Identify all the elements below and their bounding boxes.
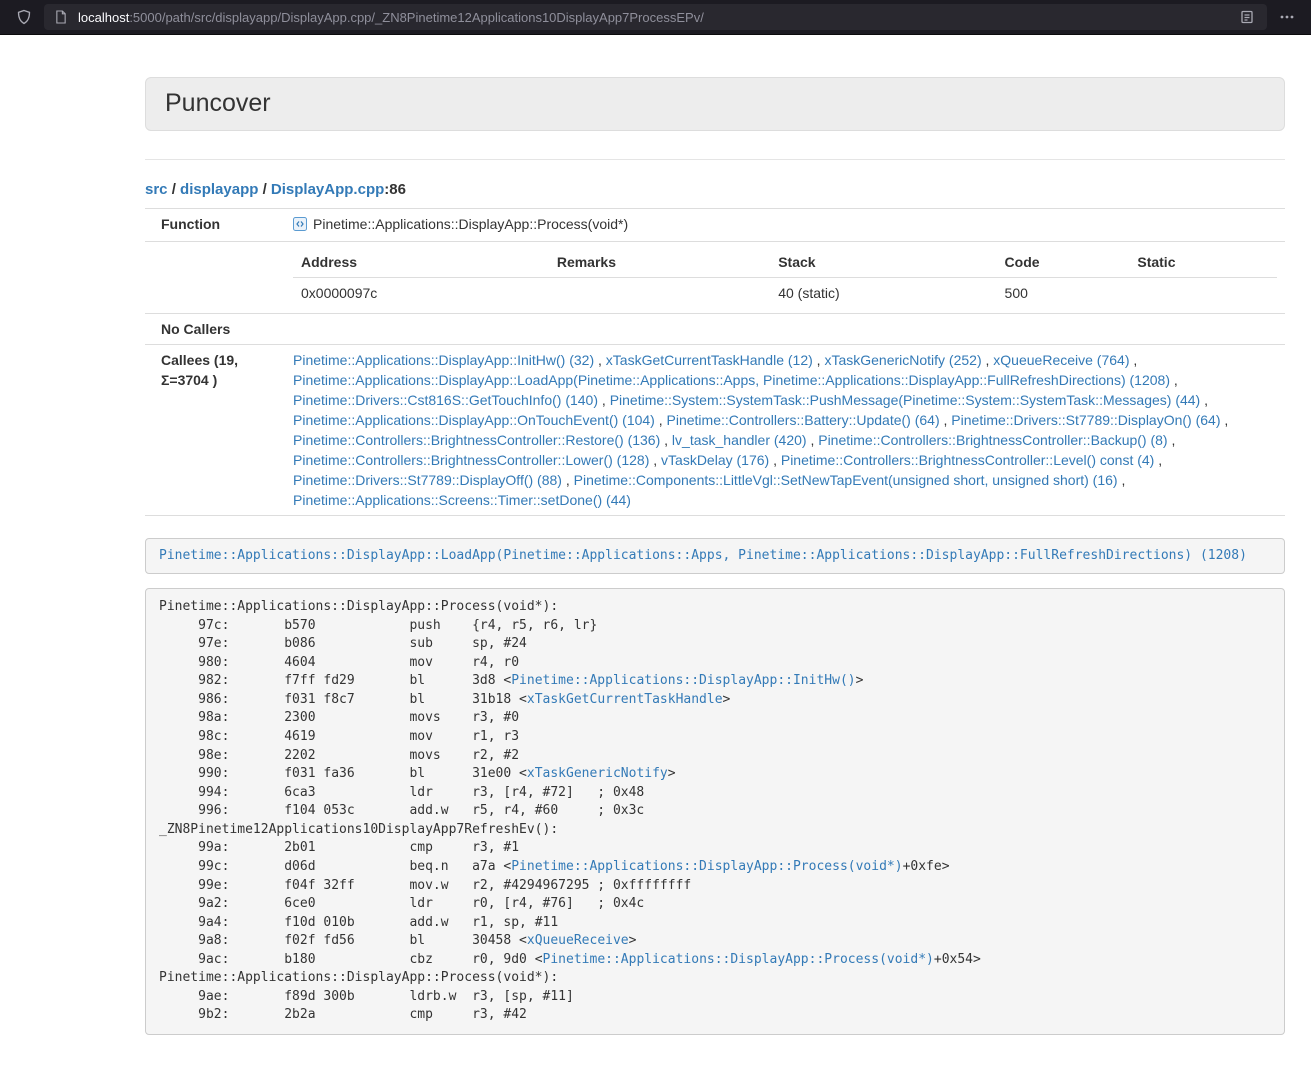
breadcrumb-link[interactable]: DisplayApp.cpp <box>271 181 384 198</box>
breadcrumb: src / displayapp / DisplayApp.cpp:86 <box>145 180 1285 200</box>
page-container: Puncover src / displayapp / DisplayApp.c… <box>145 35 1285 1035</box>
breadcrumb-link[interactable]: src <box>145 181 168 198</box>
function-row-label: Function <box>145 208 285 241</box>
jumbotron: Puncover <box>145 77 1285 131</box>
page-title: Puncover <box>165 90 1265 118</box>
stats-header-row: Address Remarks Stack Code Static <box>293 247 1277 278</box>
symbol-table: Function Pinetime::Applications::Display… <box>145 208 1285 516</box>
stats-code-value: 500 <box>997 277 1130 308</box>
url-text: localhost:5000/path/src/displayapp/Displ… <box>78 10 704 25</box>
ellipsis-menu-icon[interactable] <box>1275 5 1299 29</box>
stats-col-code: Code <box>997 247 1130 278</box>
no-callers-cell <box>285 313 1285 344</box>
highlighted-symbol-link[interactable]: Pinetime::Applications::DisplayApp::Load… <box>159 548 1247 563</box>
callee-link[interactable]: vTaskDelay (176) <box>661 452 769 468</box>
browser-toolbar: localhost:5000/path/src/displayapp/Displ… <box>0 0 1311 35</box>
callee-link[interactable]: Pinetime::Components::LittleVgl::SetNewT… <box>574 472 1118 488</box>
stats-address-value: 0x0000097c <box>293 277 549 308</box>
page-document-icon <box>52 8 70 26</box>
callee-link[interactable]: lv_task_handler (420) <box>672 432 807 448</box>
callee-link[interactable]: Pinetime::Applications::DisplayApp::OnTo… <box>293 412 655 428</box>
callee-link[interactable]: Pinetime::Drivers::Cst816S::GetTouchInfo… <box>293 392 598 408</box>
stats-static-value <box>1129 277 1277 308</box>
reader-view-icon[interactable] <box>1235 5 1259 29</box>
function-type-icon <box>293 216 307 236</box>
callee-link[interactable]: xTaskGenericNotify (252) <box>824 352 981 368</box>
stats-stack-value: 40 (static) <box>770 277 996 308</box>
callees-row: Callees (19, Σ=3704 ) Pinetime::Applicat… <box>145 344 1285 515</box>
url-bar[interactable]: localhost:5000/path/src/displayapp/Displ… <box>44 4 1267 30</box>
highlighted-symbol-box: Pinetime::Applications::DisplayApp::Load… <box>145 538 1285 575</box>
disassembly-pre: Pinetime::Applications::DisplayApp::Proc… <box>145 588 1285 1035</box>
stats-data-row: 0x0000097c 40 (static) 500 <box>293 277 1277 308</box>
stats-col-stack: Stack <box>770 247 996 278</box>
stats-row-wrapper: Address Remarks Stack Code Static 0x0000… <box>145 241 1285 313</box>
disassembly-symbol-link[interactable]: xTaskGetCurrentTaskHandle <box>527 692 723 707</box>
callee-link[interactable]: Pinetime::System::SystemTask::PushMessag… <box>610 392 1201 408</box>
callee-link[interactable]: Pinetime::Controllers::BrightnessControl… <box>781 452 1154 468</box>
disassembly-symbol-link[interactable]: xQueueReceive <box>527 933 629 948</box>
callee-link[interactable]: xQueueReceive (764) <box>993 352 1129 368</box>
callee-link[interactable]: Pinetime::Applications::Screens::Timer::… <box>293 492 631 508</box>
callee-link[interactable]: Pinetime::Controllers::BrightnessControl… <box>293 452 649 468</box>
tracking-protection-shield-icon[interactable] <box>12 5 36 29</box>
callee-link[interactable]: xTaskGetCurrentTaskHandle (12) <box>606 352 813 368</box>
stats-col-static: Static <box>1129 247 1277 278</box>
divider <box>145 159 1285 160</box>
callee-link[interactable]: Pinetime::Controllers::BrightnessControl… <box>818 432 1167 448</box>
disassembly-symbol-link[interactable]: xTaskGenericNotify <box>527 766 668 781</box>
stats-cell: Address Remarks Stack Code Static 0x0000… <box>285 241 1285 313</box>
callee-link[interactable]: Pinetime::Applications::DisplayApp::Init… <box>293 352 594 368</box>
function-row: Function Pinetime::Applications::Display… <box>145 208 1285 241</box>
no-callers-row: No Callers <box>145 313 1285 344</box>
url-path: :5000/path/src/displayapp/DisplayApp.cpp… <box>129 10 704 25</box>
callee-link[interactable]: Pinetime::Drivers::St7789::DisplayOn() (… <box>951 412 1220 428</box>
stats-remarks-value <box>549 277 770 308</box>
stats-col-address: Address <box>293 247 549 278</box>
stats-col-remarks: Remarks <box>549 247 770 278</box>
function-name: Pinetime::Applications::DisplayApp::Proc… <box>313 216 628 232</box>
callees-cell: Pinetime::Applications::DisplayApp::Init… <box>285 344 1285 515</box>
disassembly-symbol-link[interactable]: Pinetime::Applications::DisplayApp::Proc… <box>543 952 934 967</box>
breadcrumb-link[interactable]: displayapp <box>180 181 258 198</box>
function-name-cell: Pinetime::Applications::DisplayApp::Proc… <box>285 208 1285 241</box>
callee-link[interactable]: Pinetime::Drivers::St7789::DisplayOff() … <box>293 472 562 488</box>
empty-row-label <box>145 241 285 313</box>
url-host: localhost <box>78 10 129 25</box>
no-callers-label: No Callers <box>145 313 285 344</box>
disassembly-symbol-link[interactable]: Pinetime::Applications::DisplayApp::Init… <box>511 673 855 688</box>
callee-link[interactable]: Pinetime::Applications::DisplayApp::Load… <box>293 372 1170 388</box>
callees-label: Callees (19, Σ=3704 ) <box>145 344 285 515</box>
stats-table: Address Remarks Stack Code Static 0x0000… <box>293 247 1277 308</box>
callee-link[interactable]: Pinetime::Controllers::Battery::Update()… <box>667 412 940 428</box>
disassembly-symbol-link[interactable]: Pinetime::Applications::DisplayApp::Proc… <box>511 859 902 874</box>
callee-link[interactable]: Pinetime::Controllers::BrightnessControl… <box>293 432 660 448</box>
